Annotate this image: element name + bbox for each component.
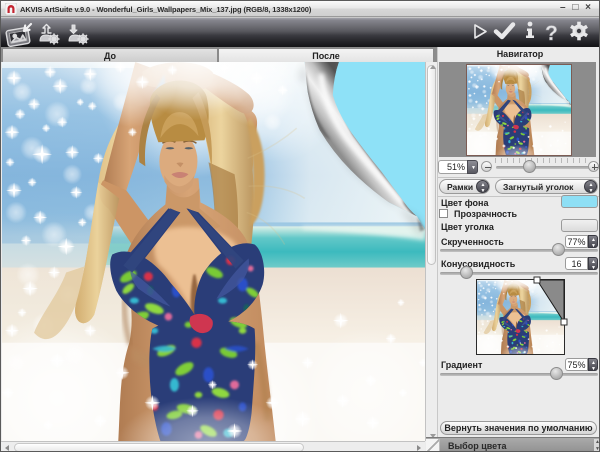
svg-text:?: ? <box>545 22 558 45</box>
